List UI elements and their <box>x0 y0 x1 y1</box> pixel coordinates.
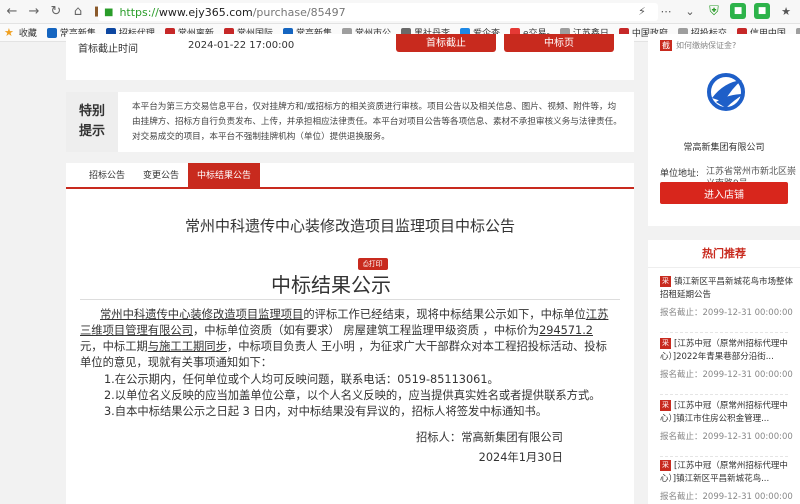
hot-item[interactable]: 采 [江苏中冠（原常州招标代理中心）]镇江市住房公积金管理... 报名截止：209… <box>660 400 800 442</box>
hot-item-title: [江苏中冠（原常州招标代理中心）]2022年青果巷部分沿街... <box>660 339 788 362</box>
hot-item-title: [江苏中冠（原常州招标代理中心）]镇江新区平昌新城花鸟... <box>660 461 788 484</box>
notice-text: 本平台为第三方交易信息平台，仅对挂牌方和/或招标方的相关资质进行审核。项目公告以… <box>132 102 622 142</box>
hot-item[interactable]: 采镇江新区平昌新城花鸟市场整体招租延期公告 报名截止：2099-12-31 00… <box>660 276 800 318</box>
address-bar[interactable]: ■ https://www.ejy365.com/purchase/85497 <box>98 3 658 21</box>
notice-items: 1.在公示期内，任何单位或个人均可反映问题，联系电话：0519-85113061… <box>104 372 614 420</box>
hot-item-deadline: 报名截止：2099-12-31 00:00:00 <box>660 492 793 502</box>
result-title: 中标结果公示 <box>271 273 391 297</box>
puzzle-icon[interactable]: ★ <box>778 3 794 19</box>
hot-item-deadline: 报名截止：2099-12-31 00:00:00 <box>660 370 793 380</box>
purchase-badge: 采 <box>660 460 671 471</box>
reload-icon[interactable]: ↻ <box>46 2 66 22</box>
win-page-button[interactable]: 中标页 <box>504 34 614 52</box>
back-icon[interactable]: ← <box>2 2 22 22</box>
hot-item-title: [江苏中冠（原常州招标代理中心）]镇江市住房公积金管理... <box>660 401 788 424</box>
tab-bar: 招标公告 变更公告 中标结果公告 <box>66 163 634 189</box>
browser-toolbar: ← → ↻ ⌂ ■ ■ https://www.ejy365.com/purch… <box>0 0 800 24</box>
announcement-date: 2024年1月30日 <box>478 451 563 464</box>
company-logo <box>707 73 745 111</box>
bookmark-favicon-icon <box>46 27 57 38</box>
hot-item-deadline: 报名截止：2099-12-31 00:00:00 <box>660 308 793 318</box>
notice-label-box: 特别提示 <box>66 92 118 152</box>
shield-icon[interactable]: ⛨ <box>706 3 722 19</box>
deposit-badge: 截 <box>660 40 672 51</box>
purchase-badge: 采 <box>660 276 671 287</box>
green-extension-icon[interactable]: ■ <box>730 3 746 19</box>
tab-change-announcement[interactable]: 变更公告 <box>134 163 188 187</box>
hot-recommend: 热门推荐 采镇江新区平昌新城花鸟市场整体招租延期公告 报名截止：2099-12-… <box>648 240 800 504</box>
divider <box>80 299 620 300</box>
signature-block: 招标人：常高新集团有限公司 2024年1月30日 <box>416 430 563 466</box>
notice-item-3: 3.自本中标结果公示之日起 3 日内，对中标结果没有异议的，招标人将签发中标通知… <box>104 405 548 418</box>
url-path: /purchase/85497 <box>252 5 346 19</box>
bid-end-button[interactable]: 首标截止 <box>396 34 496 52</box>
deadline-value: 2024-01-22 17:00:00 <box>188 40 295 51</box>
announcement-title: 常州中科遗传中心装修改造项目监理项目中标公告 <box>184 217 515 235</box>
notice-item-2: 2.以单位名义反映的应当加盖单位公章，以个人名义反映的，应当提供真实姓名或者提供… <box>104 389 601 402</box>
lock-icon: ■ <box>104 6 114 18</box>
forward-icon[interactable]: → <box>24 2 44 22</box>
hot-title: 热门推荐 <box>648 240 800 268</box>
lightning-icon[interactable]: ⚡ <box>634 3 650 19</box>
hot-item[interactable]: 采 [江苏中冠（原常州招标代理中心）]镇江新区平昌新城花鸟... 报名截止：209… <box>660 460 800 502</box>
hot-separator <box>660 332 788 333</box>
url-protocol: https:// <box>119 5 159 19</box>
project-name: 常州中科遗传中心装修改造项目监理项目 <box>100 308 304 321</box>
winning-price: 294571.2 <box>539 324 593 337</box>
special-notice: 特别提示 本平台为第三方交易信息平台，仅对挂牌方和/或招标方的相关资质进行审核。… <box>66 92 634 152</box>
menu-dots-icon[interactable]: ⋯ <box>658 3 674 19</box>
wechat-icon[interactable]: ■ <box>754 3 770 19</box>
construction-period: 与施工工期同步 <box>147 340 227 353</box>
hot-item-title: 镇江新区平昌新城花鸟市场整体招租延期公告 <box>660 277 794 300</box>
announcement-body: 常州中科遗传中心装修改造项目监理项目的评标工作已经结束，现将中标结果公示如下，中… <box>80 308 609 369</box>
star-icon: ★ <box>4 26 14 39</box>
address-label: 单位地址: <box>660 169 700 179</box>
tab-bid-announcement[interactable]: 招标公告 <box>80 163 134 187</box>
bookmarks-label[interactable]: 收藏 <box>14 26 42 39</box>
notice-item-1: 1.在公示期内，任何单位或个人均可反映问题，联系电话：0519-85113061… <box>104 373 499 386</box>
purchase-badge: 采 <box>660 338 671 349</box>
notice-label: 特别提示 <box>78 104 105 139</box>
announcement-panel: 招标公告 变更公告 中标结果公告 常州中科遗传中心装修改造项目监理项目中标公告 … <box>66 163 634 504</box>
hot-separator <box>660 394 788 395</box>
deadline-label: 首标截止时间 <box>78 44 138 55</box>
chevron-down-icon[interactable]: ⌄ <box>682 3 698 19</box>
tab-result-announcement[interactable]: 中标结果公告 <box>188 163 261 187</box>
company-name: 常高新集团有限公司 <box>683 143 765 153</box>
hot-separator <box>660 456 788 457</box>
enter-store-button[interactable]: 进入店铺 <box>660 182 788 204</box>
deadline-panel: 首标截止时间 2024-01-22 17:00:00 首标截止 中标页 <box>66 34 634 80</box>
tenderer: 招标人：常高新集团有限公司 <box>416 431 563 444</box>
company-card: 截 如何缴纳保证金? 常高新集团有限公司 单位地址: 江苏省常州市新北区崇义南路… <box>648 34 800 226</box>
home-icon[interactable]: ⌂ <box>68 2 88 22</box>
url-host: www.ejy365.com <box>158 5 253 19</box>
hot-item[interactable]: 采 [江苏中冠（原常州招标代理中心）]2022年青果巷部分沿街... 报名截止：2… <box>660 338 800 380</box>
deposit-help-link[interactable]: 截 如何缴纳保证金? <box>660 40 736 51</box>
hot-item-deadline: 报名截止：2099-12-31 00:00:00 <box>660 432 793 442</box>
purchase-badge: 采 <box>660 400 671 411</box>
